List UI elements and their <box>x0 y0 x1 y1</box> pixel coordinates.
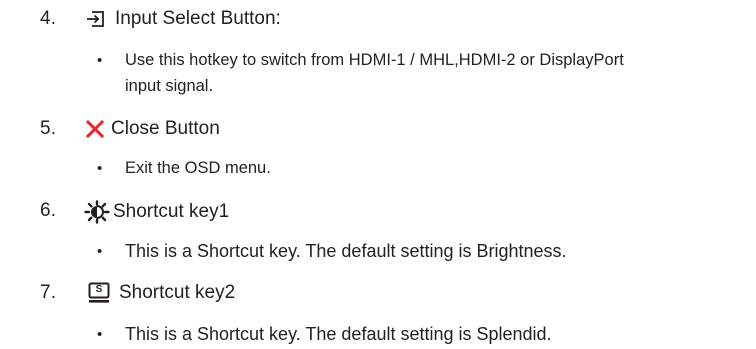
item-6-bullet-glyph: • <box>97 243 103 260</box>
item-5-title: Close Button <box>111 118 220 139</box>
item-7-number: 7. <box>40 282 57 303</box>
item-4-title: Input Select Button: <box>115 8 281 29</box>
item-5-bullet-glyph: • <box>97 160 103 177</box>
item-5-bullet-text: Exit the OSD menu. <box>125 159 271 177</box>
item-7-heading: S Shortcut key2 <box>88 282 235 304</box>
close-x-icon <box>86 120 104 138</box>
item-5-number: 5. <box>40 118 57 139</box>
item-7-bullet-text: This is a Shortcut key. The default sett… <box>125 324 552 344</box>
item-6-bullet-text: This is a Shortcut key. The default sett… <box>125 241 567 261</box>
item-6-heading: Shortcut key1 <box>84 200 229 224</box>
item-4-bullet-text-line1: Use this hotkey to switch from HDMI-1 / … <box>125 51 624 69</box>
splendid-monitor-icon: S <box>88 282 110 304</box>
item-5-heading: Close Button <box>86 118 220 140</box>
item-4-heading: Input Select Button: <box>86 8 281 30</box>
item-4-bullet-text-line2: input signal. <box>125 77 214 95</box>
splendid-icon-letter: S <box>95 284 103 295</box>
item-7-title: Shortcut key2 <box>119 282 236 303</box>
item-4-bullet-glyph: • <box>97 52 103 69</box>
item-6-number: 6. <box>40 200 57 221</box>
item-7-bullet-glyph: • <box>97 326 103 343</box>
item-6-title: Shortcut key1 <box>113 201 230 222</box>
brightness-sun-icon <box>84 200 110 224</box>
input-select-icon <box>86 9 106 29</box>
item-4-number: 4. <box>40 8 57 29</box>
